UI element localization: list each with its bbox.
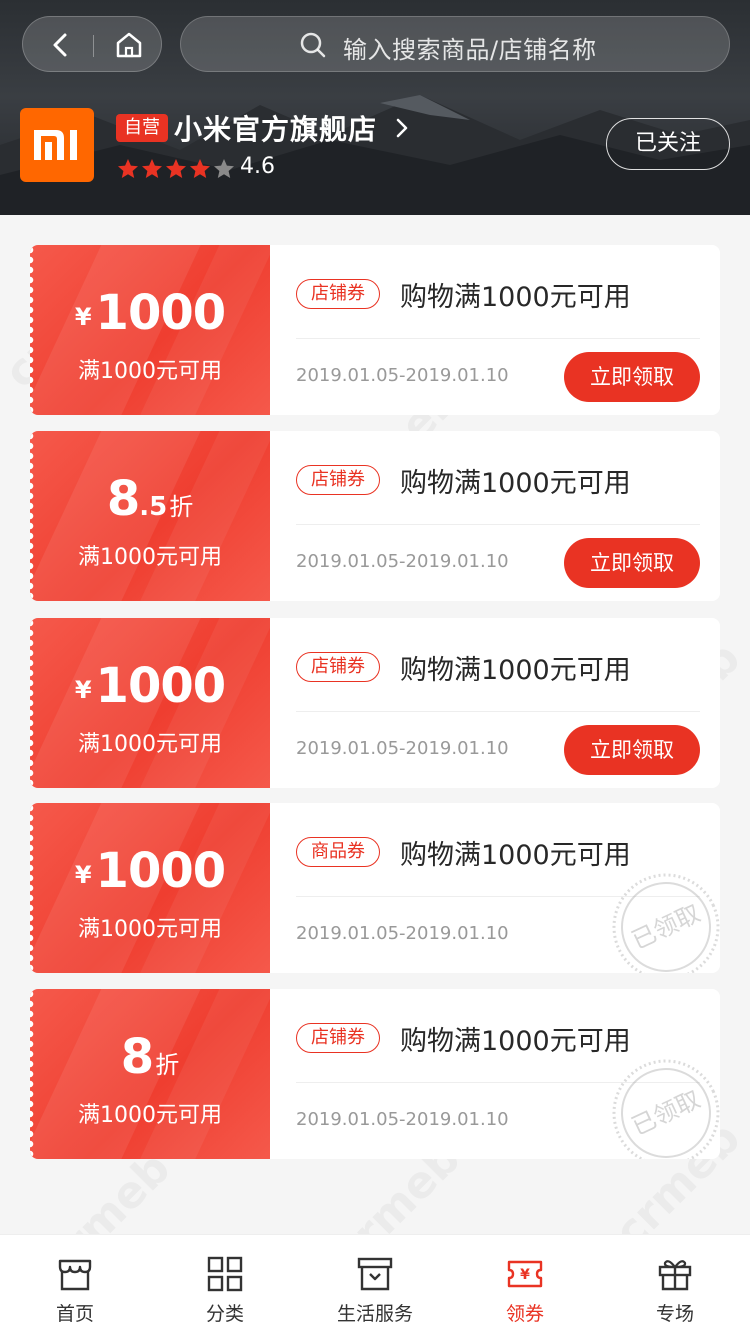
discount-unit: 折: [155, 1051, 180, 1079]
tab-life-service[interactable]: 生活服务: [300, 1235, 450, 1334]
currency-symbol: ¥: [74, 861, 92, 889]
ticket-icon: ¥: [507, 1260, 543, 1288]
coupon-condition: 满1000元可用: [78, 732, 222, 757]
divider: [296, 711, 700, 712]
coupon-amount: 8折: [30, 1029, 270, 1085]
coupon-face: 8.5折满1000元可用: [30, 431, 270, 601]
coupon-validity: 2019.01.05-2019.01.10: [296, 365, 509, 386]
coupon-type-tag: 店铺券: [296, 1023, 380, 1053]
coupon-title: 购物满1000元可用: [400, 1026, 631, 1057]
divider: [296, 524, 700, 525]
coupon-type-tag: 店铺券: [296, 279, 380, 309]
nav-capsule: [22, 16, 162, 72]
coupon-title: 购物满1000元可用: [400, 840, 631, 871]
self-operated-badge: 自营: [116, 114, 168, 142]
coupon-value: 1000: [95, 285, 227, 341]
tab-label: 分类: [205, 1303, 244, 1325]
coupon-validity: 2019.01.05-2019.01.10: [296, 738, 509, 759]
claim-button[interactable]: 立即领取: [564, 352, 700, 402]
grid-icon: [207, 1256, 243, 1292]
coupon-type-tag: 店铺券: [296, 652, 380, 682]
discount-integer: 8: [120, 1029, 154, 1085]
coupon-condition: 满1000元可用: [78, 545, 222, 570]
nav-divider: [93, 35, 94, 57]
search-bar[interactable]: 输入搜索商品/店铺名称: [180, 16, 730, 72]
home-icon[interactable]: [111, 27, 147, 63]
coupon-title: 购物满1000元可用: [400, 655, 631, 686]
star-empty-icon: [214, 159, 234, 178]
coupon-validity: 2019.01.05-2019.01.10: [296, 923, 509, 944]
star-filled-icon: [118, 159, 138, 178]
coupon-face: ¥1000 满1000元可用: [30, 803, 270, 973]
back-arrow-icon[interactable]: [43, 27, 79, 63]
rating-value: 4.6: [240, 154, 275, 179]
tab-special[interactable]: 专场: [600, 1235, 750, 1334]
store-name[interactable]: 小米官方旗舰店: [174, 108, 377, 148]
coupon-amount: ¥1000: [30, 285, 270, 341]
bottom-tab-bar: 首页 分类 生活服务 ¥ 领券 专场: [0, 1234, 750, 1334]
tab-label: 首页: [55, 1303, 94, 1325]
star-filled-icon: [166, 159, 186, 178]
tab-label: 专场: [655, 1303, 694, 1325]
coupon-title: 购物满1000元可用: [400, 282, 631, 313]
coupon-card: ¥1000 满1000元可用 店铺券 购物满1000元可用 2019.01.05-201…: [30, 245, 720, 415]
tab-label: 领券: [505, 1303, 544, 1325]
coupon-card: 8折 满1000元可用 店铺券 购物满1000元可用 2019.01.05-2019.0…: [30, 989, 720, 1159]
coupon-card: ¥1000 满1000元可用 店铺券 购物满1000元可用 2019.01.05-201…: [30, 618, 720, 788]
coupon-face: ¥1000 满1000元可用: [30, 618, 270, 788]
coupon-value: 1000: [95, 843, 227, 899]
coupon-amount: 8.5折: [30, 471, 270, 527]
gift-icon: [658, 1260, 692, 1291]
store-logo: [20, 108, 94, 182]
box-icon: [357, 1257, 393, 1291]
claimed-stamp-icon: 已领取: [612, 1059, 720, 1159]
tab-home[interactable]: 首页: [0, 1235, 150, 1334]
claim-button[interactable]: 立即领取: [564, 538, 700, 588]
claim-button[interactable]: 立即领取: [564, 725, 700, 775]
coupon-condition: 满1000元可用: [78, 359, 222, 384]
svg-text:¥: ¥: [520, 1267, 530, 1283]
currency-symbol: ¥: [74, 676, 92, 704]
coupon-face: 8折满1000元可用: [30, 989, 270, 1159]
coupon-amount: ¥1000: [30, 843, 270, 899]
coupon-validity: 2019.01.05-2019.01.10: [296, 551, 509, 572]
stamp-text: 已领取: [627, 899, 704, 955]
coupon-title: 购物满1000元可用: [400, 468, 631, 499]
coupon-type-tag: 店铺券: [296, 465, 380, 495]
discount-unit: 折: [169, 493, 194, 521]
tab-category[interactable]: 分类: [150, 1235, 300, 1334]
rating-stars: [116, 157, 236, 181]
tab-coupons[interactable]: ¥ 领券: [450, 1235, 600, 1334]
mi-logo-icon: [34, 130, 77, 160]
coupon-condition: 满1000元可用: [78, 1103, 222, 1128]
coupon-face: ¥1000 满1000元可用: [30, 245, 270, 415]
star-filled-icon: [142, 159, 162, 178]
divider: [296, 338, 700, 339]
stamp-text: 已领取: [627, 1085, 704, 1141]
search-icon: [300, 32, 326, 58]
coupon-validity: 2019.01.05-2019.01.10: [296, 1109, 509, 1130]
coupon-condition: 满1000元可用: [78, 917, 222, 942]
search-placeholder: 输入搜索商品/店铺名称: [343, 36, 597, 64]
coupon-card: 8.5折 满1000元可用 店铺券 购物满1000元可用 2019.01.05-2019…: [30, 431, 720, 601]
discount-integer: 8: [106, 471, 140, 527]
tab-label: 生活服务: [336, 1303, 413, 1325]
star-filled-icon: [190, 159, 210, 178]
discount-decimal: .5: [139, 492, 168, 522]
claimed-stamp-icon: 已领取: [612, 873, 720, 973]
currency-symbol: ¥: [74, 303, 92, 331]
coupon-type-tag: 商品券: [296, 837, 380, 867]
chevron-right-icon[interactable]: [392, 116, 412, 140]
store-header: 输入搜索商品/店铺名称 自营 小米官方旗舰店 4.6 已关注: [0, 0, 750, 215]
coupon-value: 1000: [95, 658, 227, 714]
coupon-amount: ¥1000: [30, 658, 270, 714]
coupon-card: ¥1000 满1000元可用 商品券 购物满1000元可用 2019.01.05-201…: [30, 803, 720, 973]
store-icon: [58, 1259, 92, 1291]
follow-button[interactable]: 已关注: [606, 118, 730, 170]
